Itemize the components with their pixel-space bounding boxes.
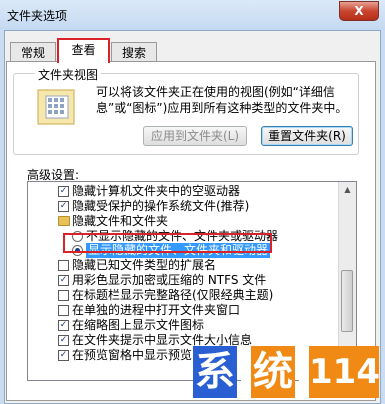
setting-hidden-files-group: 隐藏文件和文件夹: [28, 214, 338, 229]
reset-folders-button[interactable]: 重置文件夹(R): [261, 126, 353, 146]
watermark-char-2: 统: [251, 346, 295, 398]
checkbox[interactable]: [58, 290, 69, 301]
folder-icon: [58, 216, 70, 226]
close-button[interactable]: X: [339, 1, 379, 21]
tab-view[interactable]: 查看: [57, 38, 110, 63]
checkbox[interactable]: [58, 305, 69, 316]
scrollbar-thumb[interactable]: [341, 270, 353, 332]
folder-view-icon: [37, 89, 75, 125]
scroll-up-arrow-icon[interactable]: ▲: [339, 182, 356, 197]
setting-hide-protected-os-files[interactable]: ✓ 隐藏受保护的操作系统文件(推荐): [28, 199, 338, 214]
selection-highlight-frame: [63, 233, 272, 253]
folder-view-label: 文件夹视图: [35, 66, 102, 83]
watermark-number: 114: [309, 346, 380, 398]
checkbox[interactable]: ✓: [58, 350, 69, 361]
tab-general[interactable]: 常规: [10, 42, 56, 62]
checkbox[interactable]: [58, 260, 69, 271]
watermark-char-1: 系: [193, 346, 237, 398]
tab-search[interactable]: 搜索: [111, 42, 157, 62]
setting-thumbnail-icons[interactable]: ✓ 在缩略图上显示文件图标: [28, 318, 338, 333]
setting-full-path-title[interactable]: 在标题栏显示完整路径(仅限经典主题): [28, 288, 338, 303]
checkbox[interactable]: ✓: [58, 335, 69, 346]
checkbox[interactable]: ✓: [58, 201, 69, 212]
watermark-logo: 系 统 114: [193, 346, 385, 404]
setting-separate-process[interactable]: 在单独的进程中打开文件夹窗口: [28, 303, 338, 318]
apply-to-folders-button[interactable]: 应用到文件夹(L): [143, 126, 247, 146]
window-title: 文件夹选项: [7, 9, 68, 23]
setting-hide-empty-drives[interactable]: ✓ 隐藏计算机文件夹中的空驱动器: [28, 184, 338, 199]
setting-color-ntfs[interactable]: ✓ 用彩色显示加密或压缩的 NTFS 文件: [28, 273, 338, 288]
watermark-gap-2: [299, 346, 309, 398]
watermark-gap: [241, 346, 251, 398]
checkbox[interactable]: ✓: [58, 320, 69, 331]
checkbox[interactable]: ✓: [58, 186, 69, 197]
checkbox[interactable]: ✓: [58, 275, 69, 286]
title-bar: 文件夹选项 X: [0, 0, 385, 30]
setting-hide-extensions[interactable]: 隐藏已知文件类型的扩展名: [28, 258, 338, 273]
folder-view-description: 可以将该文件夹正在使用的视图(例如“详细信 息”或“图标”)应用到所有这种类型的…: [96, 85, 348, 115]
